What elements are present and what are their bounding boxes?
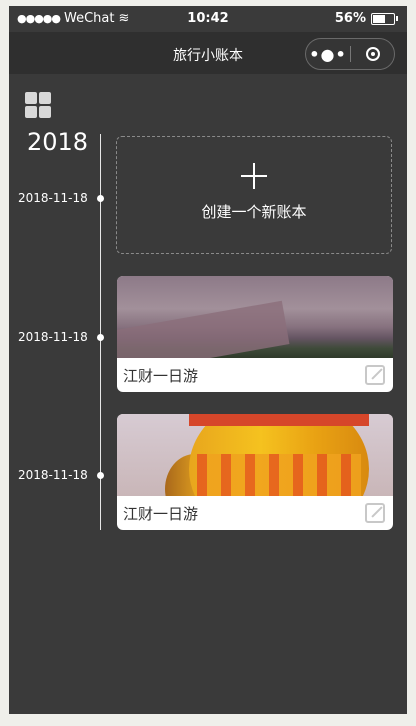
timeline-dot: [97, 334, 104, 341]
timeline-line: [100, 134, 101, 530]
book-title: 江财一日游: [123, 504, 199, 523]
create-book-label: 创建一个新账本: [201, 203, 307, 221]
battery-percent: 56%: [334, 11, 366, 26]
battery-icon: [371, 12, 398, 25]
book-cover-image: [117, 414, 393, 496]
book-card[interactable]: 江财一日游: [117, 276, 393, 392]
nav-bar: 旅行小账本 •●•: [9, 32, 407, 74]
book-cover-image: [117, 276, 393, 358]
create-book-button[interactable]: 创建一个新账本: [116, 136, 392, 254]
timeline-dot: [97, 195, 104, 202]
book-card[interactable]: 江财一日游: [117, 414, 393, 530]
status-bar: ●●●●● WeChat ≋ 10:42 56%: [9, 6, 407, 32]
plus-icon: [241, 163, 267, 189]
edit-icon[interactable]: [365, 503, 385, 523]
more-menu-button[interactable]: •●•: [306, 45, 350, 64]
grid-menu-icon[interactable]: [25, 92, 51, 118]
phone-screen: ●●●●● WeChat ≋ 10:42 56% 旅行小账本 •●• 2018 …: [9, 6, 407, 714]
timeline-date: 2018-11-18: [18, 330, 88, 344]
menu-capsule: •●•: [305, 38, 395, 70]
timeline-dot: [97, 472, 104, 479]
close-miniprogram-button[interactable]: [351, 47, 394, 61]
target-icon: [365, 47, 380, 61]
timeline-date: 2018-11-18: [18, 468, 88, 482]
timeline-date: 2018-11-18: [18, 191, 88, 205]
year-heading: 2018: [27, 128, 89, 156]
edit-icon[interactable]: [365, 365, 385, 385]
book-title: 江财一日游: [123, 366, 199, 385]
